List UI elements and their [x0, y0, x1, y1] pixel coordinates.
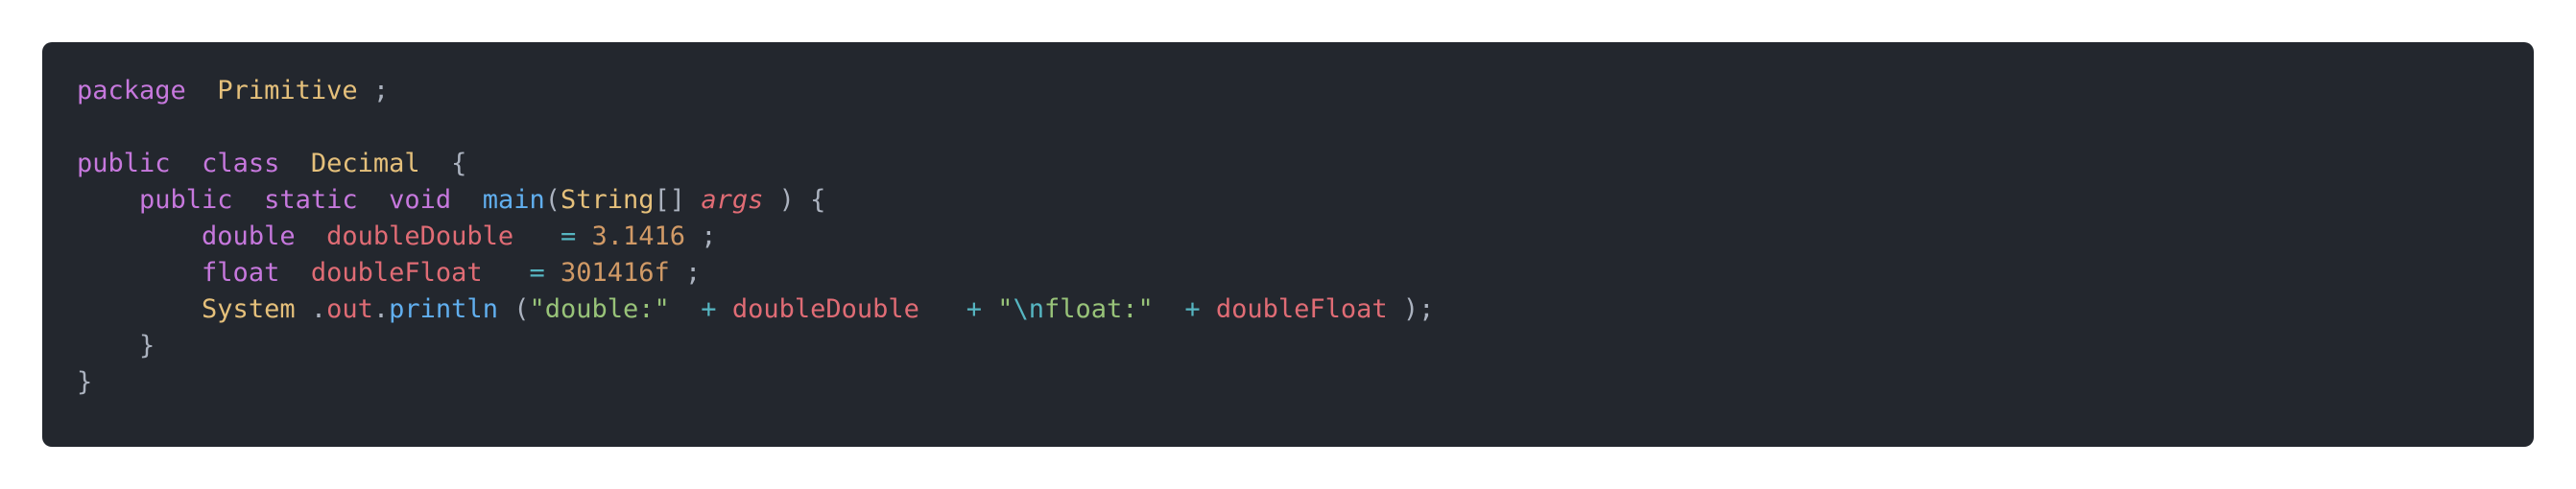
code-line: System .out.println ("double:" + doubleD…: [77, 291, 1434, 328]
operator-token: +: [966, 294, 982, 324]
punctuation-token: (: [497, 294, 530, 324]
punctuation-token: [358, 185, 390, 215]
keyword-token: class: [202, 149, 280, 178]
punctuation-token: .: [372, 294, 390, 324]
function-token: main: [482, 185, 545, 215]
punctuation-token: [77, 185, 139, 215]
code-block: package Primitive ; public class Decimal …: [42, 42, 2534, 447]
punctuation-token: [1154, 294, 1185, 324]
code-line: float doubleFloat = 301416f ;: [77, 255, 1434, 291]
string-token: float:": [1044, 294, 1154, 324]
variable-token: doubleFloat: [310, 258, 483, 288]
function-token: println: [389, 294, 498, 324]
punctuation-token: .: [295, 294, 327, 324]
punctuation-token: [77, 294, 202, 324]
punctuation-token: [545, 258, 561, 288]
type-token: Primitive: [217, 76, 358, 105]
code-line: }: [77, 328, 1434, 364]
keyword-token: public: [77, 149, 171, 178]
punctuation-token: [279, 258, 311, 288]
punctuation-token: []: [654, 185, 702, 215]
punctuation-token: [919, 294, 966, 324]
variable-token: doubleDouble: [731, 294, 919, 324]
string-token: "double:": [529, 294, 670, 324]
punctuation-token: [77, 258, 202, 288]
punctuation-token: [279, 149, 311, 178]
keyword-token: float: [202, 258, 280, 288]
punctuation-token: [186, 76, 218, 105]
keyword-token: public: [139, 185, 233, 215]
keyword-token: void: [389, 185, 452, 215]
keyword-token: package: [77, 76, 186, 105]
punctuation-token: [717, 294, 732, 324]
operator-token: +: [701, 294, 717, 324]
type-token: System: [202, 294, 296, 324]
punctuation-token: ;: [685, 221, 717, 251]
punctuation-token: [233, 185, 265, 215]
type-token: String: [561, 185, 655, 215]
number-token: 3.1416: [591, 221, 686, 251]
punctuation-token: ) {: [763, 185, 826, 215]
type-token: Decimal: [310, 149, 420, 178]
operator-token: =: [529, 258, 545, 288]
punctuation-token: [670, 294, 702, 324]
code-line: public static void main(String[] args ) …: [77, 182, 1434, 219]
code-line: }: [77, 364, 1434, 401]
punctuation-token: [77, 221, 202, 251]
punctuation-token: );: [1387, 294, 1435, 324]
code-line: public class Decimal {: [77, 146, 1434, 182]
operator-token: =: [560, 221, 577, 251]
punctuation-token: ;: [357, 76, 390, 105]
punctuation-token: (: [544, 185, 561, 215]
punctuation-token: [483, 258, 530, 288]
punctuation-token: {: [419, 149, 467, 178]
punctuation-token: [296, 221, 327, 251]
punctuation-token: [982, 294, 997, 324]
keyword-token: double: [202, 221, 296, 251]
variable-token: doubleFloat: [1215, 294, 1388, 324]
variable-token: doubleDouble: [326, 221, 514, 251]
code-line: package Primitive ;: [77, 73, 1434, 109]
punctuation-token: [451, 185, 483, 215]
keyword-token: static: [264, 185, 358, 215]
string-token: ": [997, 294, 1014, 324]
punctuation-token: [1201, 294, 1216, 324]
punctuation-token: [513, 221, 561, 251]
code-listing: package Primitive ; public class Decimal …: [77, 73, 1434, 401]
operator-token: +: [1184, 294, 1201, 324]
variable-token: out: [326, 294, 373, 324]
punctuation-token: }: [77, 331, 155, 361]
number-token: 301416f: [560, 258, 670, 288]
punctuation-token: [576, 221, 591, 251]
escape-token: \n: [1013, 294, 1044, 324]
parameter-token: args: [701, 185, 764, 215]
punctuation-token: ;: [669, 258, 702, 288]
code-line: double doubleDouble = 3.1416 ;: [77, 219, 1434, 255]
punctuation-token: }: [77, 367, 93, 397]
punctuation-token: [171, 149, 203, 178]
